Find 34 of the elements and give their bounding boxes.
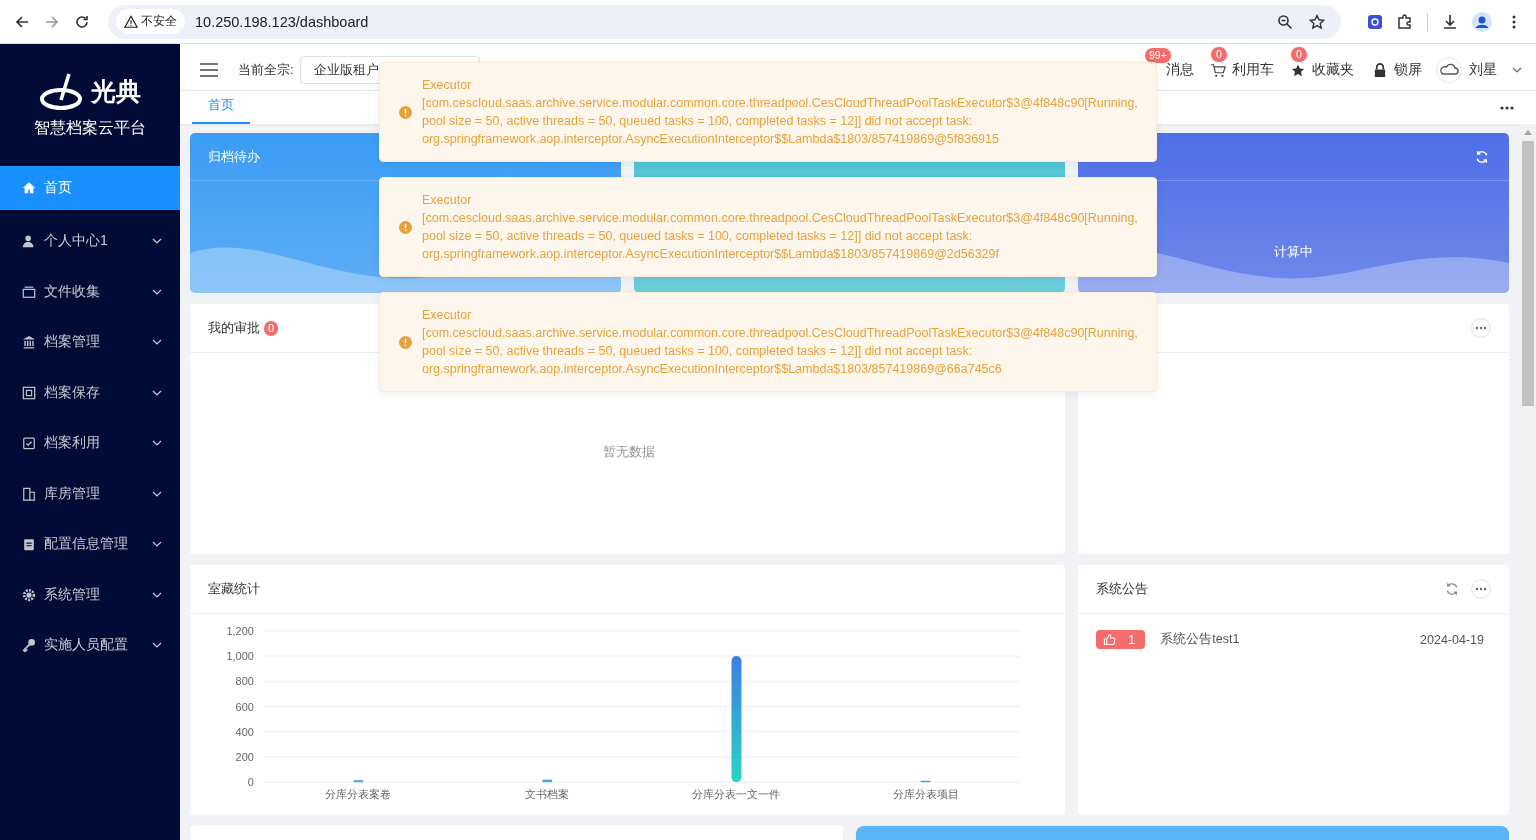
notification-title: Executor: [422, 192, 473, 209]
axis-category-label: 文书档案: [525, 788, 570, 801]
card-value: 计算中: [1273, 243, 1314, 261]
security-label: 不安全: [141, 13, 177, 30]
like-count-badge: 1: [1096, 630, 1146, 649]
axis-tick-label: 1,000: [226, 650, 254, 663]
message-count-badge: 99+: [1144, 47, 1172, 64]
logo-text: 光典: [91, 76, 141, 107]
axis-tick-label: 800: [235, 675, 254, 688]
empty-text: 暂无数据: [602, 443, 655, 461]
notification-title: Executor: [422, 77, 473, 94]
notification-message: [com.cescloud.saas.archive.service.modular.common.core.threadpool.CesCloudThreadPoolTaskExecutor$3@4f848c90[Running, pool size = 50, active threads = 50, queued tasks = 100, completed tasks = 12]] did not accept task: org.springframework.aop.interceptor.AsyncExecutionInterceptor$$Lambda$1803/857419869@5f836915: [422, 95, 1139, 148]
notice-date: 2024-04-19: [1420, 632, 1484, 647]
panel-title: 系统公告: [1096, 580, 1148, 598]
notification-title: Executor: [422, 307, 473, 324]
axis-category-label: 分库分表案卷: [325, 788, 392, 801]
panel-title: 室藏统计: [208, 580, 260, 598]
axis-tick-label: 200: [235, 750, 254, 763]
card-title: 归档待办: [208, 147, 260, 166]
cart-count-badge: 0: [1210, 46, 1228, 63]
notification-message: [com.cescloud.saas.archive.service.modular.common.core.threadpool.CesCloudThreadPoolTaskExecutor$3@4f848c90[Running, pool size = 50, active threads = 50, queued tasks = 100, completed tasks = 12]] did not accept task: org.springframework.aop.interceptor.AsyncExecutionInterceptor$$Lambda$1803/857419869@66a745c6: [422, 325, 1139, 378]
fonds-label: 当前全宗:: [238, 61, 294, 79]
notification-message: [com.cescloud.saas.archive.service.modular.common.core.threadpool.CesCloudThreadPoolTaskExecutor$3@4f848c90[Running, pool size = 50, active threads = 50, queued tasks = 100, completed tasks = 12]] did not accept task: org.springframework.aop.interceptor.AsyncExecutionInterceptor$$Lambda$1803/857419869@2d56329f: [422, 210, 1139, 263]
favorites-count-badge: 0: [1290, 46, 1308, 63]
axis-tick-label: 1,200: [226, 624, 254, 637]
url-text: 10.250.198.123/dashboard: [195, 13, 369, 30]
axis-tick-label: 400: [235, 725, 254, 738]
axis-category-label: 分库分表一文一件: [692, 788, 781, 801]
axis-tick-label: 0: [247, 776, 254, 789]
axis-tick-label: 600: [235, 700, 254, 713]
platform-name: 智慧档案云平台: [34, 117, 146, 138]
panel-title: 我的审批: [208, 319, 260, 337]
count-badge: 0: [264, 320, 279, 336]
axis-category-label: 分库分表项目: [892, 788, 959, 801]
